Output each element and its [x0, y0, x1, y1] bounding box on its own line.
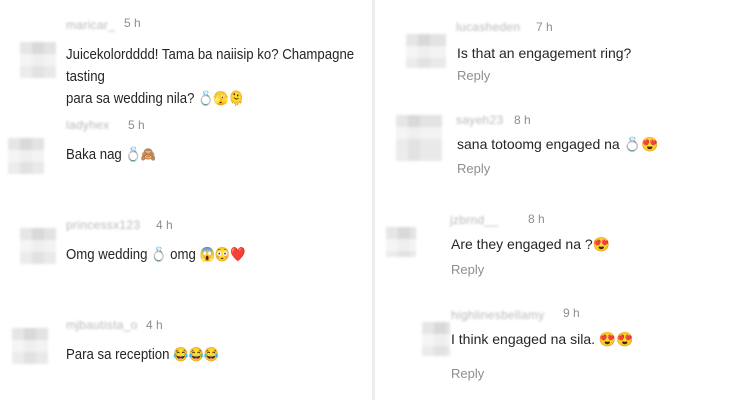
- comment-time: 4 h: [146, 318, 163, 332]
- comment-text-line1: Juicekolordddd! Tama ba naiisip ko? Cham…: [66, 46, 355, 85]
- avatar[interactable]: [20, 42, 56, 78]
- avatar[interactable]: [406, 34, 446, 68]
- comment-time: 8 h: [514, 113, 531, 127]
- avatar[interactable]: [396, 115, 442, 161]
- comment-emojis: 😍😍: [598, 331, 634, 347]
- comment-item: lucasheden 7 h Is that an engagement rin…: [378, 0, 750, 100]
- comment-text: Is that an engagement ring?: [457, 45, 632, 61]
- comment-text-body: sana totoomg engaged na: [457, 136, 620, 152]
- comment-time: 5 h: [124, 16, 141, 30]
- comment-text-body: I think engaged na sila.: [451, 331, 595, 347]
- comment-time: 9 h: [563, 306, 580, 320]
- comment-username[interactable]: mjbautista_o: [66, 318, 138, 332]
- reply-button[interactable]: Reply: [451, 366, 484, 381]
- comment-text: Para sa reception 😂😂😂: [66, 344, 219, 366]
- comment-text-body: Baka nag: [66, 146, 122, 163]
- comment-username[interactable]: lucasheden: [456, 20, 520, 34]
- comment-emojis: 💍😍: [623, 136, 659, 152]
- comment-text-body: Omg wedding: [66, 246, 148, 263]
- avatar[interactable]: [12, 328, 48, 364]
- comment-emojis: 😍: [592, 236, 611, 252]
- comment-text-line2: para sa wedding nila? 💍🫣🫠: [66, 88, 365, 110]
- comment-username[interactable]: maricar_: [66, 18, 115, 32]
- comment-username[interactable]: princessx123: [66, 218, 140, 232]
- comment-text-line2-text: para sa wedding nila?: [66, 90, 195, 107]
- avatar[interactable]: [386, 227, 416, 257]
- reply-button[interactable]: Reply: [457, 68, 490, 83]
- avatar[interactable]: [20, 228, 56, 264]
- comment-username[interactable]: ladyhex: [66, 118, 109, 132]
- ring-emoji: 💍: [151, 246, 167, 262]
- avatar[interactable]: [8, 138, 44, 174]
- comment-item: highlinesbellamy 9 h I think engaged na …: [378, 300, 750, 400]
- comment-item: princessx123 4 h Omg wedding 💍 omg 😱😳❤️: [0, 210, 370, 300]
- comment-text-after: omg: [170, 246, 196, 263]
- comment-username[interactable]: highlinesbellamy: [451, 308, 545, 322]
- comment-time: 7 h: [536, 20, 553, 34]
- comment-emojis: 😱😳❤️: [199, 246, 246, 262]
- comment-text: I think engaged na sila. 😍😍: [451, 328, 634, 350]
- reply-button[interactable]: Reply: [457, 161, 490, 176]
- comment-username[interactable]: sayeh23: [456, 113, 503, 127]
- comment-item: mjbautista_o 4 h Para sa reception 😂😂😂: [0, 310, 370, 400]
- comment-emojis: 💍🙈: [125, 146, 157, 162]
- avatar[interactable]: [422, 322, 450, 356]
- comment-emojis: 💍🫣🫠: [198, 90, 245, 106]
- comment-text: Baka nag 💍🙈: [66, 144, 156, 166]
- comment-item: maricar_ 5 h Juicekolordddd! Tama ba nai…: [0, 0, 370, 107]
- comment-time: 5 h: [128, 118, 145, 132]
- comment-text: Omg wedding 💍 omg 😱😳❤️: [66, 244, 246, 266]
- comment-time: 4 h: [156, 218, 173, 232]
- comment-text-body: Are they engaged na ?: [451, 236, 593, 252]
- comment-username[interactable]: jzbrnd__: [450, 213, 498, 227]
- comment-text: Juicekolordddd! Tama ba naiisip ko? Cham…: [66, 44, 365, 110]
- comment-text: sana totoomg engaged na 💍😍: [457, 133, 658, 155]
- reply-button[interactable]: Reply: [451, 262, 484, 277]
- comment-item: jzbrnd__ 8 h Are they engaged na ?😍 Repl…: [378, 205, 750, 300]
- comment-emojis: 😂😂😂: [173, 346, 220, 362]
- column-divider: [372, 0, 375, 400]
- comment-item: ladyhex 5 h Baka nag 💍🙈: [0, 110, 370, 200]
- comment-text: Are they engaged na ?😍: [451, 233, 610, 255]
- comment-text-body: Para sa reception: [66, 346, 170, 363]
- comment-item: sayeh23 8 h sana totoomg engaged na 💍😍 R…: [378, 105, 750, 200]
- comment-time: 8 h: [528, 212, 545, 226]
